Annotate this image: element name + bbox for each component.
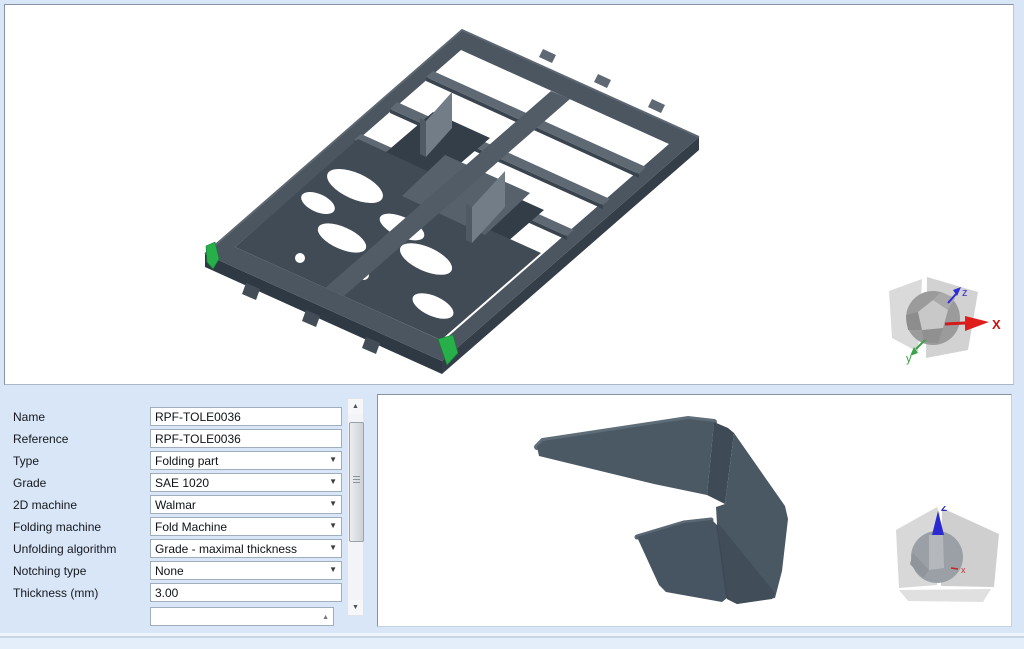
combo-arrow-icon[interactable]: ▼ <box>329 522 337 530</box>
field-row-2d-machine: 2D machine Walmar ▼ <box>0 495 374 516</box>
field-row-folding-machine: Folding machine Fold Machine ▼ <box>0 517 374 538</box>
orientation-gizmo-assembly[interactable]: z y X <box>887 276 1005 376</box>
scrollbar-thumb[interactable] <box>349 422 364 542</box>
field-row-notching-type: Notching type None ▼ <box>0 561 374 582</box>
combo-arrow-icon[interactable]: ▼ <box>329 456 337 464</box>
combo-arrow-icon[interactable]: ▼ <box>329 566 337 574</box>
folding-machine-label: Folding machine <box>13 520 101 534</box>
notching-type-combobox[interactable]: None ▼ <box>150 561 342 580</box>
field-row-type: Type Folding part ▼ <box>0 451 374 472</box>
scrollbar-up-button[interactable]: ▲ <box>348 399 363 414</box>
axis-x-label: x <box>961 565 966 575</box>
scrollbar-up-icon: ▲ <box>352 403 359 410</box>
combo-arrow-icon[interactable]: ▼ <box>329 544 337 552</box>
properties-scrollbar[interactable]: ▲ ▼ <box>347 398 364 616</box>
spinner-up-icon[interactable]: ▲ <box>322 614 329 621</box>
field-row-reference: Reference <box>0 429 374 450</box>
grade-combobox[interactable]: SAE 1020 ▼ <box>150 473 342 492</box>
type-combobox[interactable]: Folding part ▼ <box>150 451 342 470</box>
axis-z-label: z <box>962 287 968 299</box>
field-row-extra: ▲ <box>0 607 374 627</box>
name-label: Name <box>13 410 45 424</box>
scrollbar-thumb-grip <box>353 476 360 485</box>
combo-arrow-icon[interactable]: ▼ <box>329 478 337 486</box>
thickness-label: Thickness (mm) <box>13 586 98 600</box>
part-properties-panel: Name Reference Type Folding part ▼ Grade… <box>0 387 374 627</box>
type-label: Type <box>13 454 39 468</box>
folding-machine-combobox[interactable]: Fold Machine ▼ <box>150 517 342 536</box>
extra-spinner-field[interactable]: ▲ <box>150 607 334 626</box>
unfolding-algorithm-label: Unfolding algorithm <box>13 542 116 556</box>
grade-label: Grade <box>13 476 46 490</box>
field-row-grade: Grade SAE 1020 ▼ <box>0 473 374 494</box>
reference-input[interactable] <box>150 429 342 448</box>
unfolding-algorithm-combobox[interactable]: Grade - maximal thickness ▼ <box>150 539 342 558</box>
thickness-input[interactable] <box>150 583 342 602</box>
scrollbar-down-icon: ▼ <box>352 604 359 611</box>
name-input[interactable] <box>150 407 342 426</box>
scrollbar-down-button[interactable]: ▼ <box>348 600 363 615</box>
2d-machine-label: 2D machine <box>13 498 77 512</box>
2d-machine-combobox[interactable]: Walmar ▼ <box>150 495 342 514</box>
field-row-thickness: Thickness (mm) <box>0 583 374 604</box>
part-3d-viewport[interactable]: Z x <box>377 394 1012 627</box>
assembly-3d-viewport[interactable]: z y X <box>4 4 1014 385</box>
orientation-gizmo-part[interactable]: Z x <box>891 506 1003 608</box>
axis-x-label: X <box>992 317 1001 332</box>
axis-z-label: Z <box>941 506 947 514</box>
field-row-unfolding-algorithm: Unfolding algorithm Grade - maximal thic… <box>0 539 374 560</box>
combo-arrow-icon[interactable]: ▼ <box>329 500 337 508</box>
assembly-3d-model <box>5 5 1013 384</box>
notching-type-label: Notching type <box>13 564 86 578</box>
reference-label: Reference <box>13 432 68 446</box>
field-row-name: Name <box>0 407 374 428</box>
axis-y-label: y <box>906 353 912 365</box>
status-bar <box>0 636 1024 649</box>
